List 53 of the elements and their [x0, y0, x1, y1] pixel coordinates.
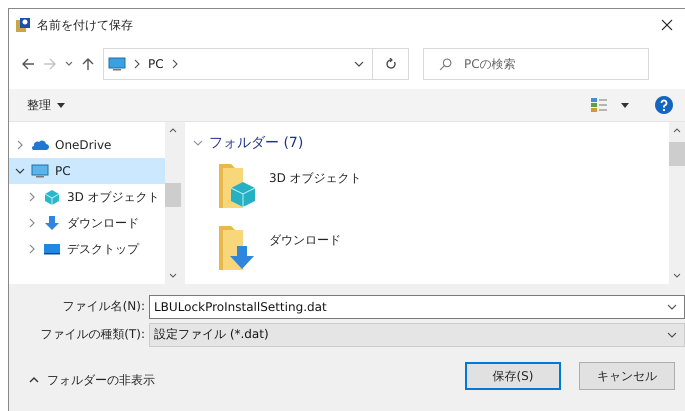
close-icon[interactable]: [661, 19, 673, 31]
refresh-icon: [384, 58, 396, 70]
breadcrumb[interactable]: PC: [148, 57, 164, 71]
refresh-button[interactable]: [373, 48, 409, 80]
dropdown-icon[interactable]: [667, 304, 677, 310]
file-type-dropdown[interactable]: 設定ファイル (*.dat): [149, 322, 685, 346]
tree-item[interactable]: OneDrive: [9, 132, 165, 158]
dropdown-icon[interactable]: [667, 332, 677, 338]
tree-item[interactable]: ダウンロード: [9, 210, 165, 236]
window-title: 名前を付けて保存: [37, 16, 134, 34]
view-options-icon[interactable]: [591, 98, 607, 112]
field-label: ファイルの種類(T):: [39, 326, 146, 343]
address-bar[interactable]: PC: [103, 48, 373, 80]
folder-name[interactable]: ダウンロード: [269, 232, 341, 249]
field-label: ファイル名(N):: [62, 298, 146, 315]
search-field[interactable]: PCの検索: [423, 48, 649, 80]
up-arrow-icon[interactable]: [81, 57, 95, 71]
caret-icon[interactable]: [621, 102, 629, 108]
monitor-icon: [108, 57, 126, 71]
save-button[interactable]: 保存(S): [465, 362, 561, 390]
chevron-icon: [172, 59, 178, 69]
folder-name[interactable]: 3D オブジェクト: [269, 170, 362, 187]
scroll-up-icon[interactable]: [673, 128, 681, 133]
scroll-down-icon[interactable]: [169, 273, 177, 278]
recent-caret-icon[interactable]: [65, 61, 73, 67]
file-name-field[interactable]: LBULockProInstallSetting.dat: [149, 294, 685, 318]
down-arrow-icon: [43, 215, 61, 231]
search-icon: [439, 58, 452, 71]
tree-item[interactable]: 3D オブジェクト: [9, 184, 165, 210]
desktop-icon: [43, 241, 61, 257]
monitor-icon: [31, 163, 49, 179]
hide-folders-button[interactable]: フォルダーの非表示: [23, 370, 161, 390]
scroll-thumb[interactable]: [165, 183, 181, 207]
caret-icon: [57, 102, 65, 108]
group-title: フォルダー (7): [209, 134, 304, 152]
scroll-down-icon[interactable]: [673, 273, 681, 278]
chevron-icon: [134, 59, 140, 69]
organize-button[interactable]: 整理: [25, 94, 67, 116]
cancel-button[interactable]: キャンセル: [579, 362, 675, 390]
back-arrow-icon[interactable]: [21, 57, 35, 71]
help-icon[interactable]: [655, 96, 673, 114]
tree-item[interactable]: デスクトップ: [9, 236, 165, 262]
cube-icon: [43, 189, 61, 205]
chevron-icon: [193, 138, 203, 148]
app-icon: [15, 17, 31, 33]
scroll-up-icon[interactable]: [169, 128, 177, 133]
caret-icon: [29, 377, 39, 383]
tree-item-selected[interactable]: PC: [9, 158, 165, 184]
scrollbar[interactable]: [669, 122, 685, 284]
scroll-thumb[interactable]: [669, 142, 685, 166]
expand-chevron-icon[interactable]: [15, 166, 25, 176]
group-header[interactable]: フォルダー (7): [193, 132, 669, 154]
dropdown-icon[interactable]: [354, 61, 364, 67]
